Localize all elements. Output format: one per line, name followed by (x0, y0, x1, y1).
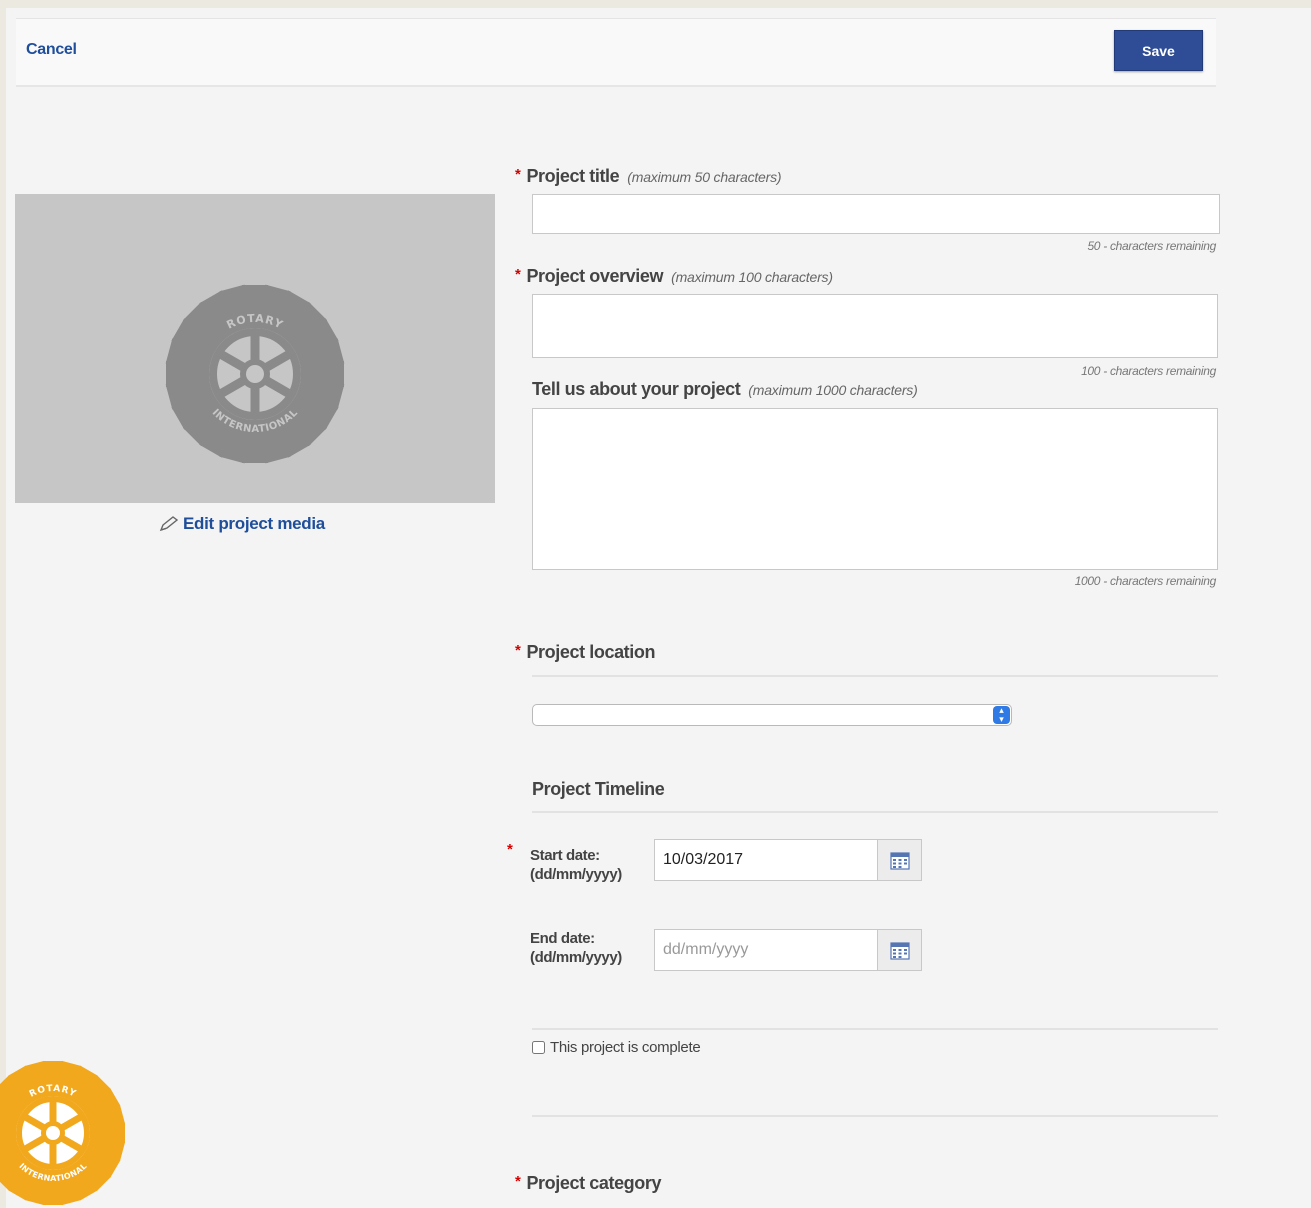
project-media-placeholder: ROTARY INTERNATIONAL (15, 194, 495, 503)
project-location-label: * Project location (515, 642, 655, 663)
end-date-label-text: End date: (530, 930, 595, 947)
start-date-format: (dd/mm/yyyy) (530, 866, 622, 883)
window-frame-top (0, 0, 1311, 8)
divider (532, 1028, 1218, 1030)
divider (532, 811, 1218, 813)
project-about-counter: 1000 - characters remaining (1074, 574, 1217, 588)
required-mark: * (515, 642, 521, 659)
project-timeline-heading: Project Timeline (532, 779, 665, 799)
project-location-select[interactable]: ▴ ▾ (532, 704, 1012, 726)
project-overview-label-text: Project overview (526, 266, 664, 286)
required-mark: * (515, 1173, 521, 1190)
project-about-label-text: Tell us about your project (532, 379, 741, 399)
rotary-logo-icon: ROTARY INTERNATIONAL (0, 1060, 126, 1206)
project-complete-label: This project is complete (550, 1039, 701, 1056)
divider (532, 675, 1218, 677)
project-about-textarea[interactable] (532, 408, 1218, 570)
project-about-label: Tell us about your project (maximum 1000 … (532, 379, 918, 400)
end-date-input[interactable] (654, 929, 878, 971)
edit-project-media-link[interactable]: Edit project media (158, 514, 325, 534)
pencil-icon (159, 516, 179, 532)
project-overview-label: * Project overview (maximum 100 characters… (515, 266, 833, 287)
project-complete-checkbox[interactable] (532, 1041, 545, 1054)
start-date-label: Start date: (dd/mm/yyyy) (530, 846, 622, 884)
edit-project-media-label: Edit project media (183, 514, 325, 533)
project-about-hint: (maximum 1000 characters) (748, 382, 918, 398)
rotary-emblem-icon: ROTARY INTERNATIONAL (165, 284, 345, 464)
end-date-calendar-button[interactable] (878, 929, 922, 971)
save-button[interactable]: Save (1114, 30, 1203, 71)
required-mark: * (507, 841, 513, 858)
project-title-label-text: Project title (526, 166, 620, 186)
window-frame-left (0, 0, 6, 1208)
select-stepper-icon: ▴ ▾ (993, 706, 1010, 724)
project-category-label: * Project category (515, 1173, 661, 1194)
start-date-input[interactable] (654, 839, 878, 881)
end-date-format: (dd/mm/yyyy) (530, 949, 622, 966)
project-complete-row[interactable]: This project is complete (532, 1039, 701, 1056)
project-location-label-text: Project location (526, 642, 656, 662)
start-date-calendar-button[interactable] (878, 839, 922, 881)
calendar-icon (889, 941, 910, 960)
project-title-hint: (maximum 50 characters) (627, 169, 782, 185)
cancel-link[interactable]: Cancel (26, 41, 77, 59)
divider (532, 1115, 1218, 1117)
project-category-label-text: Project category (526, 1173, 662, 1193)
end-date-field (654, 929, 922, 971)
project-title-input[interactable] (532, 194, 1220, 234)
end-date-label: End date: (dd/mm/yyyy) (530, 929, 622, 967)
project-overview-counter: 100 - characters remaining (1081, 364, 1216, 378)
start-date-field (654, 839, 922, 881)
project-overview-hint: (maximum 100 characters) (671, 269, 833, 285)
project-title-counter: 50 - characters remaining (1087, 239, 1216, 253)
project-title-label: * Project title (maximum 50 characters) (515, 166, 782, 187)
required-mark: * (515, 266, 521, 283)
project-location-selected (533, 707, 539, 722)
project-overview-textarea[interactable] (532, 294, 1218, 358)
calendar-icon (889, 851, 910, 870)
start-date-label-text: Start date: (530, 847, 600, 864)
required-mark: * (515, 166, 521, 183)
action-toolbar: Cancel Save (16, 18, 1216, 87)
